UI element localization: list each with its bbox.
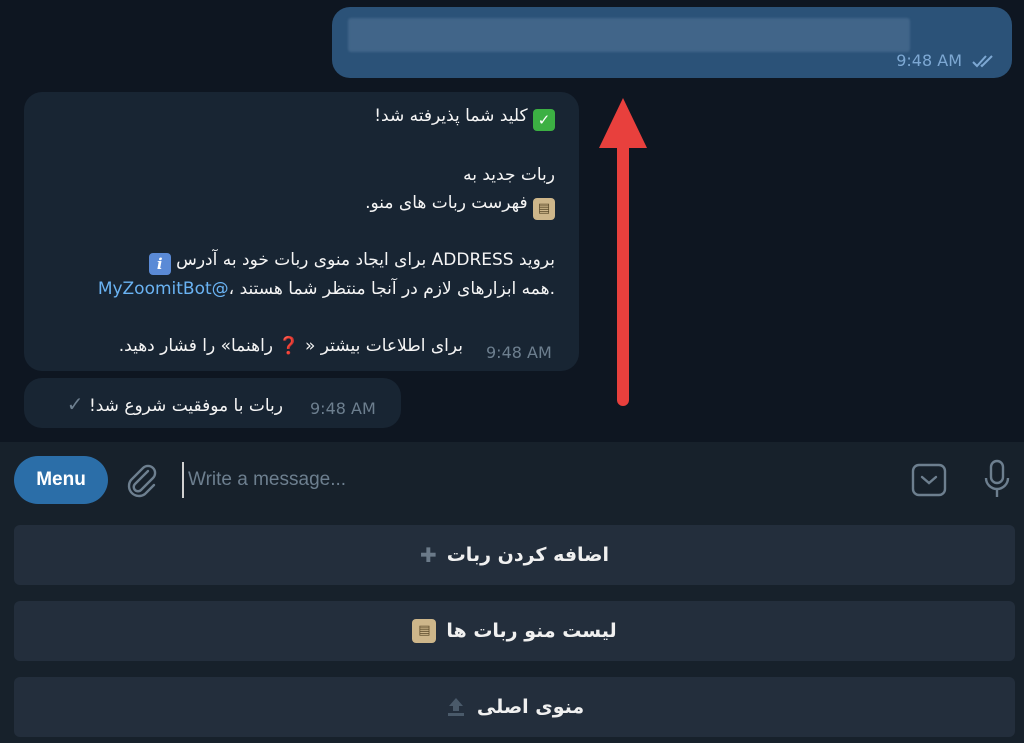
paperclip-icon[interactable] [124,462,160,498]
button-label: منوی اصلی [476,696,585,718]
redacted-text [348,18,910,52]
message-input[interactable] [182,462,882,498]
button-label: لیست منو ربات ها [446,620,617,642]
message-line: ✓ کلید شما پذیرفته شد! [374,106,555,131]
annotation-arrow-icon [599,98,647,406]
message-composer: Menu [0,442,1024,520]
bot-keyboard-toggle-icon[interactable] [910,462,948,498]
bot-mention-link[interactable]: @MyZoomitBot [98,279,229,299]
message-line: ربات جدید به [463,165,555,185]
bot-keyboard: اضافه کردن ربات ✚ لیست منو ربات ها ▤ منو… [0,520,1024,743]
message-time: 9:48 AM [896,51,962,70]
message-line: بروید ADDRESS برای ایجاد منوی ربات خود ب… [148,250,555,275]
check-icon: ✓ [66,392,84,416]
plus-icon: ✚ [419,543,437,567]
bot-menu-list-button[interactable]: لیست منو ربات ها ▤ [14,601,1015,661]
outgoing-message[interactable]: 9:48 AM [332,7,1012,78]
upload-icon [447,698,464,716]
add-bot-button[interactable]: اضافه کردن ربات ✚ [14,525,1015,585]
message-time: 9:48 AM [310,399,376,418]
button-label: اضافه کردن ربات [446,544,610,566]
message-line: برای اطلاعات بیشتر « ❓ راهنما» را فشار د… [118,336,463,356]
incoming-message[interactable]: ربات با موفقیت شروع شد! ✓ 9:48 AM [24,378,401,428]
clipboard-icon: ▤ [533,198,555,220]
main-menu-button[interactable]: منوی اصلی [14,677,1015,737]
menu-button[interactable]: Menu [14,456,108,504]
incoming-message[interactable]: ✓ کلید شما پذیرفته شد! ربات جدید به ▤ فه… [24,92,579,371]
check-mark-icon: ✓ [533,109,555,131]
chat-area: 9:48 AM ✓ کلید شما پذیرفته شد! ربات جدید… [0,0,1024,442]
message-meta: 9:48 AM [896,51,998,70]
message-line: ▤ فهرست ربات های منو. [365,193,555,220]
double-check-icon [972,54,993,67]
message-line: ربات با موفقیت شروع شد! ✓ [66,392,283,416]
microphone-icon[interactable] [982,458,1012,500]
clipboard-icon: ▤ [412,619,437,643]
message-line: .همه ابزارهای لازم در آنجا منتظر شما هست… [97,279,555,299]
message-time: 9:48 AM [486,343,552,362]
info-icon: i [148,253,171,275]
